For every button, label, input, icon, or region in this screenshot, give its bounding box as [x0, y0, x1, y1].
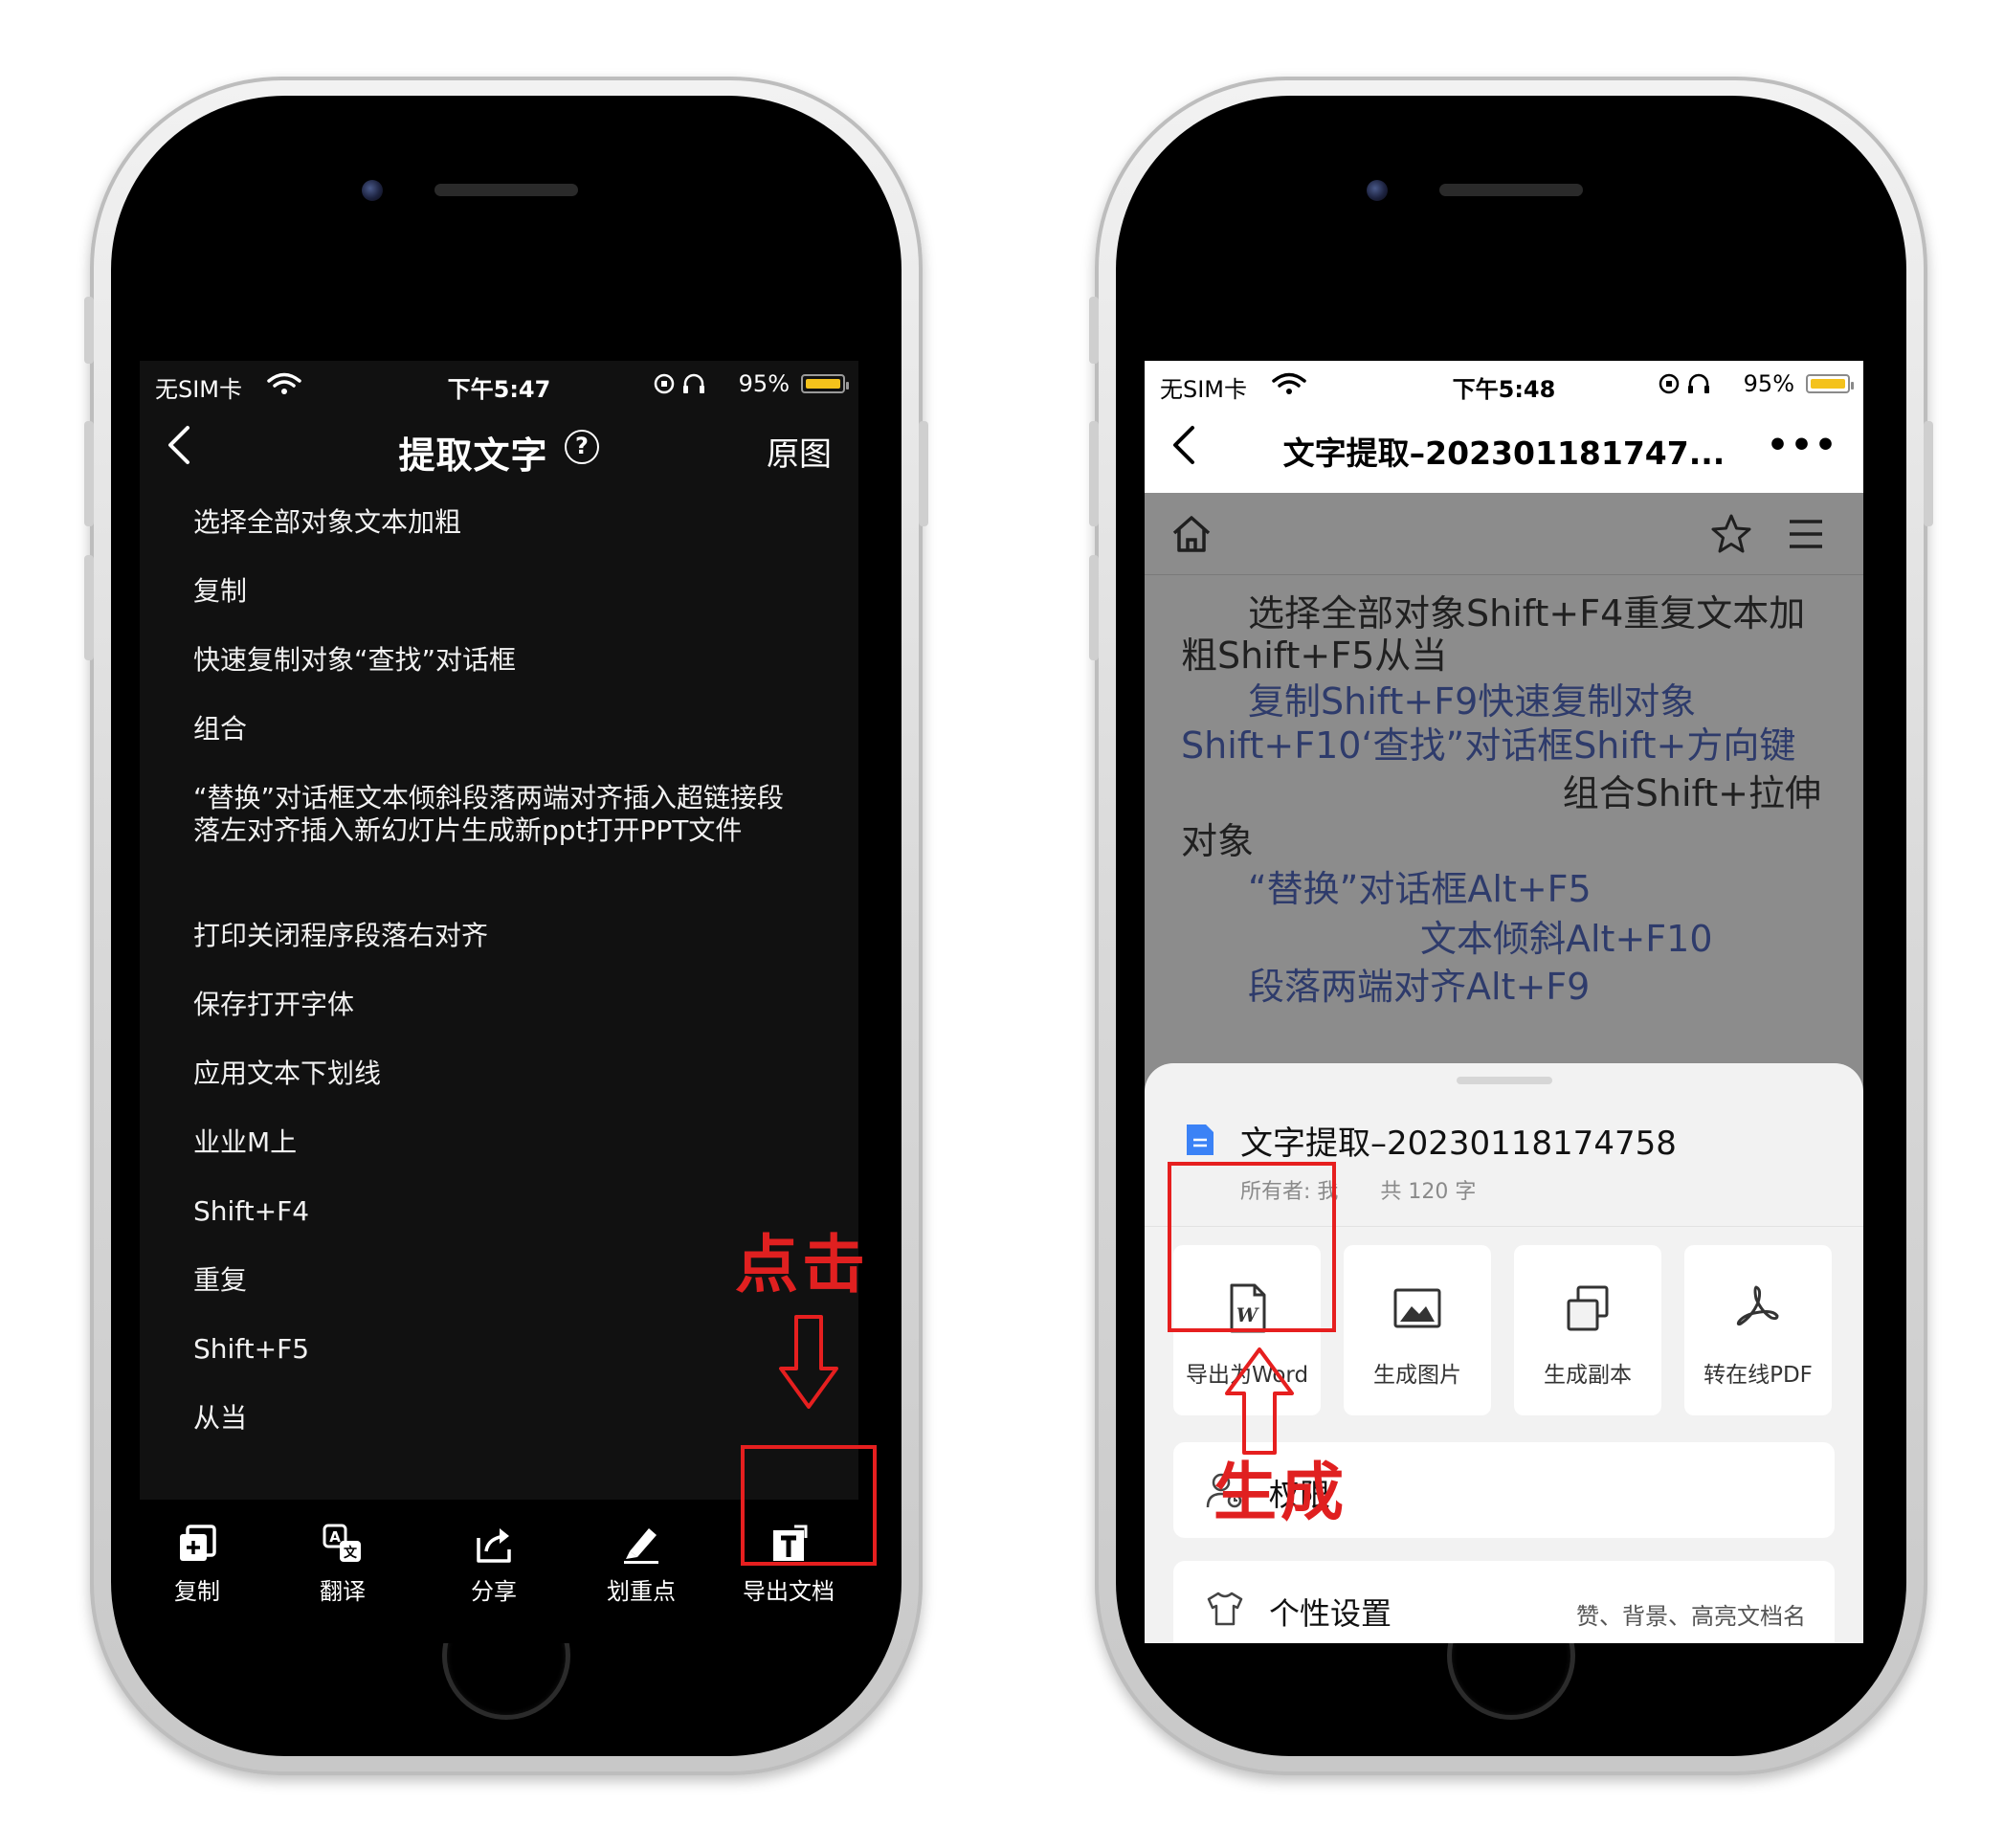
document-title: 文字提取–20230118174758 — [1240, 1124, 1677, 1163]
doc-line: 对象 — [1181, 820, 1255, 862]
power-button — [1924, 421, 1933, 526]
copy-button[interactable]: 复制 — [140, 1523, 255, 1606]
translate-icon: A 文 — [323, 1524, 361, 1562]
doc-line: 粗Shift+F5从当 — [1181, 635, 1448, 677]
text-line[interactable]: 复制 — [193, 575, 805, 608]
document-icon — [1187, 1124, 1214, 1155]
orientation-lock-headphones-icon — [1659, 373, 1709, 394]
svg-text:A: A — [329, 1528, 341, 1546]
doc-line: “替换”对话框Alt+F5 — [1248, 868, 1592, 910]
text-line[interactable]: 重复 — [193, 1264, 805, 1297]
text-line[interactable]: 快速复制对象“查找”对话框 — [193, 644, 805, 677]
power-button — [919, 421, 928, 526]
page-title: 文字提取–202301181747... — [1282, 434, 1726, 472]
document-word-count: 共 120 字 — [1380, 1180, 1477, 1204]
page-title: 提取文字 — [398, 434, 548, 477]
chevron-left-icon[interactable] — [1169, 424, 1198, 466]
volume-up-button — [84, 421, 94, 526]
doc-line: 组合Shift+拉伸 — [1562, 772, 1821, 814]
front-camera — [362, 180, 383, 201]
volume-down-button — [1089, 555, 1099, 660]
personalization-row[interactable]: 个性设置 赞、背景、高亮文档名 — [1173, 1561, 1835, 1643]
battery-percent: 95% — [738, 370, 790, 397]
status-bar: 无SIM卡 下午5:48 95% — [1145, 361, 1863, 405]
text-line[interactable]: 业业M上 — [193, 1126, 805, 1159]
volume-down-button — [84, 555, 94, 660]
battery-fill — [806, 379, 840, 389]
nav-bar: 文字提取–202301181747... ••• — [1145, 405, 1863, 493]
text-line[interactable]: Shift+F4 — [193, 1195, 805, 1228]
share-button[interactable]: 分享 — [436, 1523, 551, 1606]
status-bar: 无SIM卡 下午5:47 95% — [140, 361, 858, 405]
text-line[interactable]: 打印关闭程序段落右对齐 — [193, 920, 805, 952]
mute-switch — [84, 297, 94, 364]
extracted-text-list: 选择全部对象文本加粗 复制 快速复制对象“查找”对话框 组合 “替换”对话框文本… — [140, 493, 858, 1479]
orientation-lock-headphones-icon — [654, 373, 704, 394]
shirt-icon — [1207, 1592, 1243, 1626]
earpiece-speaker — [434, 184, 578, 196]
text-line[interactable]: 应用文本下划线 — [193, 1058, 805, 1090]
doc-line: Shift+F10‘查找”对话框Shift+方向键 — [1181, 724, 1796, 767]
export-doc-highlight-box — [741, 1445, 877, 1566]
text-line[interactable]: Shift+F5 — [193, 1333, 805, 1366]
more-options-button[interactable]: ••• — [1767, 426, 1838, 465]
document-preview: 选择全部对象Shift+F4重复文本加 粗Shift+F5从当 复制Shift+… — [1145, 575, 1863, 1008]
generate-image-button[interactable]: 生成图片 — [1344, 1245, 1491, 1415]
export-word-highlight-box — [1168, 1162, 1336, 1332]
doc-line: 选择全部对象Shift+F4重复文本加 — [1248, 592, 1806, 635]
text-line[interactable]: 保存打开字体 — [193, 989, 805, 1021]
generate-annotation-label: 生成 — [1214, 1456, 1347, 1529]
doc-line: 复制Shift+F9快速复制对象 — [1248, 680, 1697, 723]
mute-switch — [1089, 297, 1099, 364]
help-icon[interactable]: ? — [565, 430, 599, 464]
battery-fill — [1811, 379, 1845, 389]
pdf-icon — [1736, 1285, 1779, 1326]
text-line[interactable]: 从当 — [193, 1402, 805, 1435]
star-icon[interactable] — [1709, 512, 1753, 556]
text-line[interactable]: 组合 — [193, 713, 805, 746]
text-line[interactable]: 选择全部对象文本加粗 — [193, 506, 805, 539]
doc-line: 文本倾斜Alt+F10 — [1420, 918, 1713, 960]
earpiece-speaker — [1439, 184, 1583, 196]
battery-icon — [1806, 374, 1854, 393]
document-toolbar — [1145, 493, 1863, 575]
generate-copy-button[interactable]: 生成副本 — [1514, 1245, 1661, 1415]
up-arrow-annotation — [1225, 1347, 1294, 1455]
image-icon — [1393, 1288, 1441, 1328]
original-image-button[interactable]: 原图 — [767, 428, 832, 475]
doc-line: 段落两端对齐Alt+F9 — [1248, 966, 1591, 1008]
battery-icon — [801, 374, 849, 393]
share-icon — [477, 1528, 511, 1563]
copy-add-icon — [180, 1525, 216, 1561]
front-camera — [1367, 180, 1388, 201]
nav-bar: 提取文字 ? 原图 — [140, 405, 858, 493]
highlight-button[interactable]: 划重点 — [584, 1523, 699, 1606]
down-arrow-annotation — [779, 1315, 838, 1409]
battery-percent: 95% — [1743, 370, 1794, 397]
online-pdf-button[interactable]: 转在线PDF — [1684, 1245, 1832, 1415]
volume-up-button — [1089, 421, 1099, 526]
menu-icon[interactable] — [1784, 512, 1828, 556]
sheet-drag-handle[interactable] — [1456, 1077, 1552, 1084]
svg-text:文: 文 — [344, 1545, 358, 1561]
click-annotation-label: 点击 — [735, 1228, 869, 1302]
home-icon[interactable] — [1169, 512, 1214, 556]
duplicate-icon — [1567, 1285, 1609, 1331]
text-line[interactable]: “替换”对话框文本倾斜段落两端对齐插入超链接段落左对齐插入新幻灯片生成新ppt打… — [193, 782, 805, 847]
highlight-pen-icon — [624, 1528, 658, 1564]
translate-button[interactable]: A 文 翻译 — [285, 1523, 400, 1606]
